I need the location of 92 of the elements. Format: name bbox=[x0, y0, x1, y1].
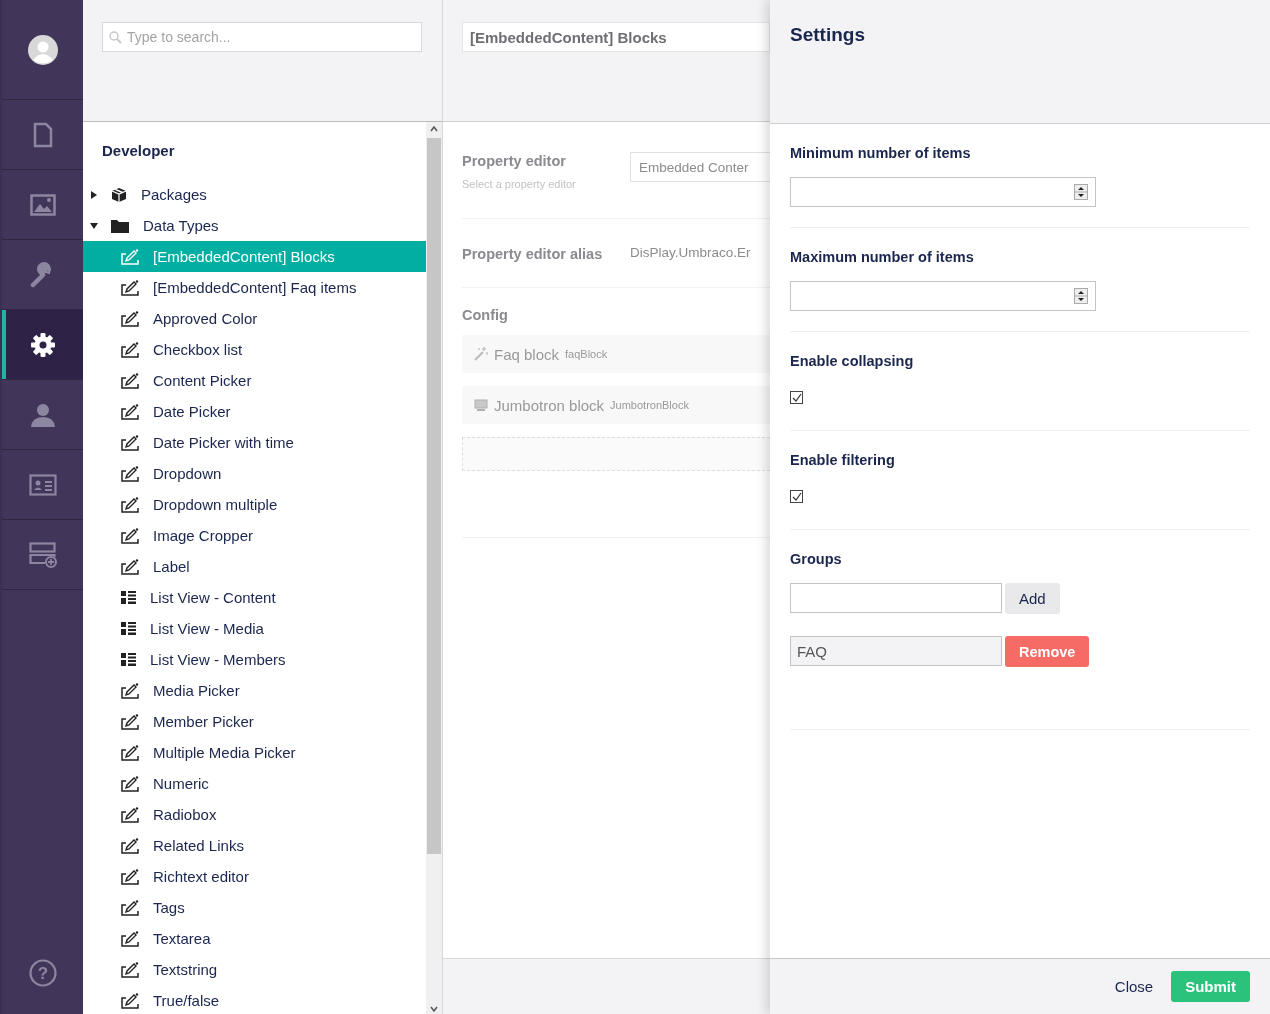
edit-icon bbox=[121, 372, 139, 389]
edit-icon bbox=[121, 682, 139, 699]
form-add-icon[interactable] bbox=[28, 541, 57, 568]
tree-item[interactable]: Tags bbox=[83, 892, 426, 923]
edit-icon bbox=[121, 775, 139, 792]
tree-item[interactable]: Textarea bbox=[83, 923, 426, 954]
settings-icon[interactable] bbox=[29, 331, 56, 358]
field-label: Property editor bbox=[462, 153, 566, 169]
edit-icon bbox=[121, 310, 139, 327]
package-icon bbox=[111, 186, 127, 203]
panel-title: Settings bbox=[790, 24, 865, 46]
checkbox[interactable] bbox=[790, 391, 803, 404]
tree-item[interactable]: Richtext editor bbox=[83, 861, 426, 892]
tree-item[interactable]: Label bbox=[83, 551, 426, 582]
tree-item[interactable]: Media Picker bbox=[83, 675, 426, 706]
edit-icon bbox=[121, 899, 139, 916]
avatar-icon[interactable] bbox=[27, 34, 58, 65]
edit-icon bbox=[121, 434, 139, 451]
number-field[interactable] bbox=[790, 281, 1096, 311]
tree-item[interactable]: Textstring bbox=[83, 954, 426, 985]
edit-icon bbox=[121, 868, 139, 885]
tree-item[interactable]: List View - Members bbox=[83, 644, 426, 675]
search-field[interactable]: Type to search... bbox=[102, 22, 422, 52]
tree-item[interactable]: Numeric bbox=[83, 768, 426, 799]
edit-icon bbox=[121, 930, 139, 947]
field-label: Enable collapsing bbox=[790, 353, 914, 369]
edit-icon bbox=[121, 713, 139, 730]
tree-item[interactable]: Related Links bbox=[83, 830, 426, 861]
edit-icon bbox=[121, 961, 139, 978]
edit-icon bbox=[121, 465, 139, 482]
magic-wand-icon bbox=[474, 347, 488, 361]
search-icon bbox=[109, 31, 122, 44]
edit-icon bbox=[121, 806, 139, 823]
spinner-icon[interactable] bbox=[1074, 184, 1088, 200]
field-label: Property editor alias bbox=[462, 246, 603, 262]
tree-item[interactable]: Radiobox bbox=[83, 799, 426, 830]
edit-icon bbox=[121, 341, 139, 358]
edit-icon bbox=[121, 992, 139, 1009]
tree-item[interactable]: List View - Content bbox=[83, 582, 426, 613]
tree-item[interactable]: Image Cropper bbox=[83, 520, 426, 551]
person-icon[interactable] bbox=[29, 401, 56, 428]
tree-item[interactable]: List View - Media bbox=[83, 613, 426, 644]
name-field[interactable]: [EmbeddedContent] Blocks bbox=[462, 22, 770, 52]
image-icon[interactable] bbox=[29, 193, 56, 216]
group-field[interactable]: FAQ bbox=[790, 636, 1002, 666]
number-field[interactable] bbox=[790, 177, 1096, 207]
tree-item[interactable]: Date Picker with time bbox=[83, 427, 426, 458]
field-label: Maximum number of items bbox=[790, 249, 974, 265]
list-icon bbox=[121, 622, 136, 635]
tree-item[interactable]: Member Picker bbox=[83, 706, 426, 737]
list-icon bbox=[121, 653, 136, 666]
tree-item[interactable]: Multiple Media Picker bbox=[83, 737, 426, 768]
field-label: Minimum number of items bbox=[790, 145, 971, 161]
tree-item[interactable]: Dropdown bbox=[83, 458, 426, 489]
checkbox[interactable] bbox=[790, 490, 803, 503]
alias-value: DisPlay.Umbraco.Er bbox=[630, 245, 751, 262]
close-button[interactable]: Close bbox=[1110, 974, 1158, 999]
edit-icon bbox=[121, 527, 139, 544]
edit-icon bbox=[121, 496, 139, 513]
edit-icon bbox=[121, 837, 139, 854]
tree-item[interactable]: Packages bbox=[83, 179, 426, 210]
tree-item[interactable]: Checkbox list bbox=[83, 334, 426, 365]
folder-icon bbox=[111, 218, 129, 233]
monitor-icon bbox=[474, 398, 488, 412]
field-label: Enable filtering bbox=[790, 452, 895, 468]
list-icon bbox=[121, 591, 136, 604]
edit-icon bbox=[121, 558, 139, 575]
tree-item[interactable]: Date Picker bbox=[83, 396, 426, 427]
spinner-icon[interactable] bbox=[1074, 288, 1088, 304]
field-label: Config bbox=[462, 307, 508, 323]
field-description: Select a property editor bbox=[462, 178, 576, 190]
scroll-down-icon[interactable] bbox=[429, 1004, 439, 1014]
group-input[interactable] bbox=[790, 583, 1002, 613]
tree-item[interactable]: Data Types bbox=[83, 210, 426, 241]
edit-icon bbox=[121, 279, 139, 296]
edit-icon bbox=[121, 744, 139, 761]
edit-icon bbox=[121, 403, 139, 420]
edit-icon bbox=[121, 248, 139, 265]
tree-item[interactable]: [EmbeddedContent] Faq items bbox=[83, 272, 426, 303]
caret-down-icon[interactable] bbox=[89, 220, 99, 231]
scroll-up-icon[interactable] bbox=[429, 124, 439, 134]
scrollbar[interactable] bbox=[426, 122, 442, 1014]
add-button[interactable]: Add bbox=[1005, 583, 1060, 614]
tree-item[interactable]: Approved Color bbox=[83, 303, 426, 334]
field-label: Groups bbox=[790, 551, 842, 567]
section-heading: Developer bbox=[102, 142, 175, 159]
caret-right-icon[interactable] bbox=[89, 189, 99, 200]
tree-item[interactable]: Content Picker bbox=[83, 365, 426, 396]
document-icon[interactable] bbox=[32, 121, 53, 148]
tree-item[interactable]: True/false bbox=[83, 985, 426, 1014]
tree-item[interactable]: Dropdown multiple bbox=[83, 489, 426, 520]
id-card-icon[interactable] bbox=[28, 473, 57, 496]
